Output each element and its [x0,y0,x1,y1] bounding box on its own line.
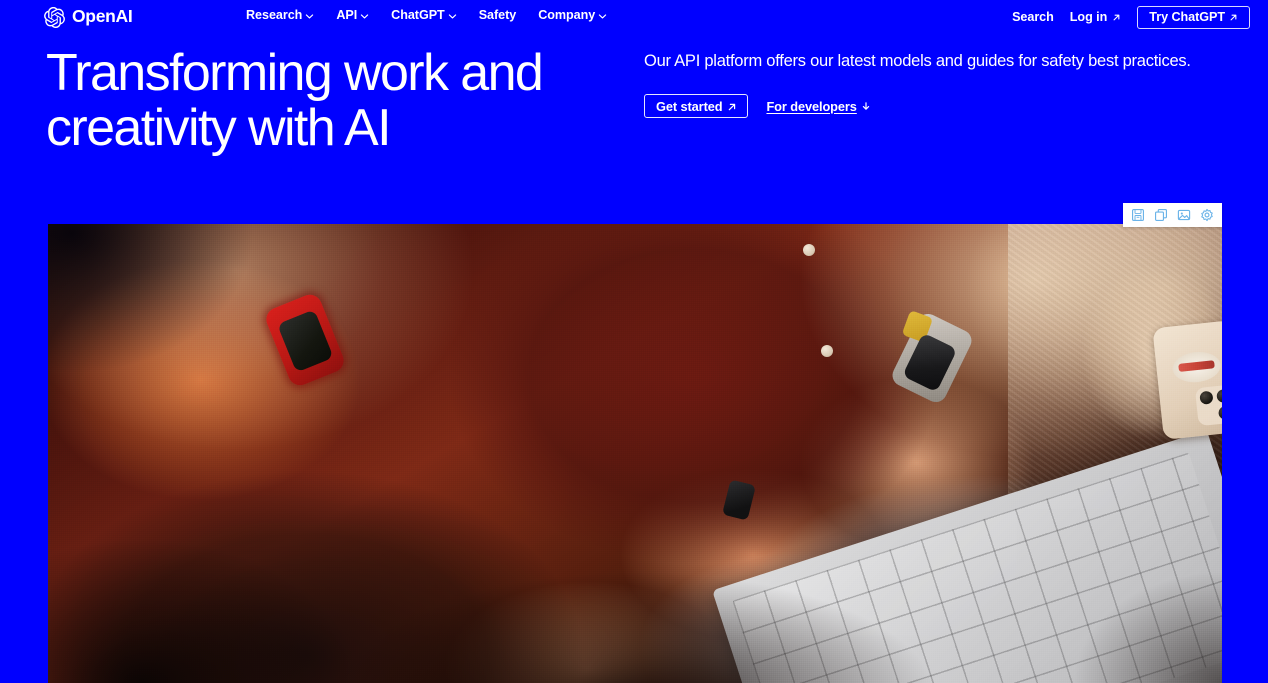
primary-nav-links: Research API ChatGPT Safety Company [246,9,607,22]
nav-item-company[interactable]: Company [538,9,607,22]
nav-item-api[interactable]: API [336,9,369,22]
copy-icon[interactable] [1151,205,1171,225]
nav-item-chatgpt[interactable]: ChatGPT [391,9,457,22]
hero-section: Transforming work and creativity with AI… [0,34,1268,214]
photo-phone-cameras [1194,384,1222,427]
brand-home-link[interactable]: OpenAI [44,5,133,29]
hero-actions: Get started For developers [644,94,1224,119]
nav-item-safety[interactable]: Safety [479,9,517,22]
search-label: Search [1012,9,1054,24]
login-label: Log in [1069,9,1108,24]
hero-copy-block: Our API platform offers our latest model… [644,50,1224,119]
photo-smartphone [1152,320,1222,440]
page-root: OpenAI Research API ChatGPT Safety Compa… [0,0,1268,683]
photo-phone-sticker [1171,349,1222,385]
chevron-down-icon [360,12,369,21]
top-navigation-bar: OpenAI Research API ChatGPT Safety Compa… [0,0,1268,34]
hero-image [48,224,1222,683]
get-started-label: Get started [656,98,723,114]
try-chatgpt-label: Try ChatGPT [1149,10,1225,24]
nav-item-company-label: Company [538,8,596,22]
image-icon[interactable] [1174,205,1194,225]
arrow-up-right-icon [1112,13,1121,22]
save-icon[interactable] [1128,205,1148,225]
get-started-button[interactable]: Get started [644,94,749,119]
chevron-down-icon [448,12,457,21]
for-developers-link[interactable]: For developers [766,99,870,114]
page-title: Transforming work and creativity with AI [46,44,544,157]
chevron-down-icon [598,12,607,21]
hero-description: Our API platform offers our latest model… [644,52,1191,70]
photo-shirt-button [821,345,833,357]
try-chatgpt-button[interactable]: Try ChatGPT [1137,5,1250,29]
settings-gear-icon[interactable] [1197,205,1217,225]
login-link[interactable]: Log in [1070,11,1121,24]
nav-item-research-label: Research [246,8,303,22]
photo-shirt-button [803,244,815,256]
arrow-up-right-icon [1229,13,1238,22]
arrow-up-right-icon [727,102,736,111]
chevron-down-icon [305,12,314,21]
nav-item-api-label: API [336,8,358,22]
nav-item-research[interactable]: Research [246,9,314,22]
for-developers-label: For developers [766,98,857,114]
arrow-down-icon [861,101,871,111]
openai-logo-icon [44,6,65,28]
nav-item-safety-label: Safety [478,8,517,22]
nav-item-chatgpt-label: ChatGPT [391,8,445,22]
image-toolbar [1123,203,1222,227]
brand-name-label: OpenAI [72,6,133,27]
nav-utility-group: Search Log in Try ChatGPT [1012,5,1250,29]
search-button[interactable]: Search [1012,11,1054,24]
